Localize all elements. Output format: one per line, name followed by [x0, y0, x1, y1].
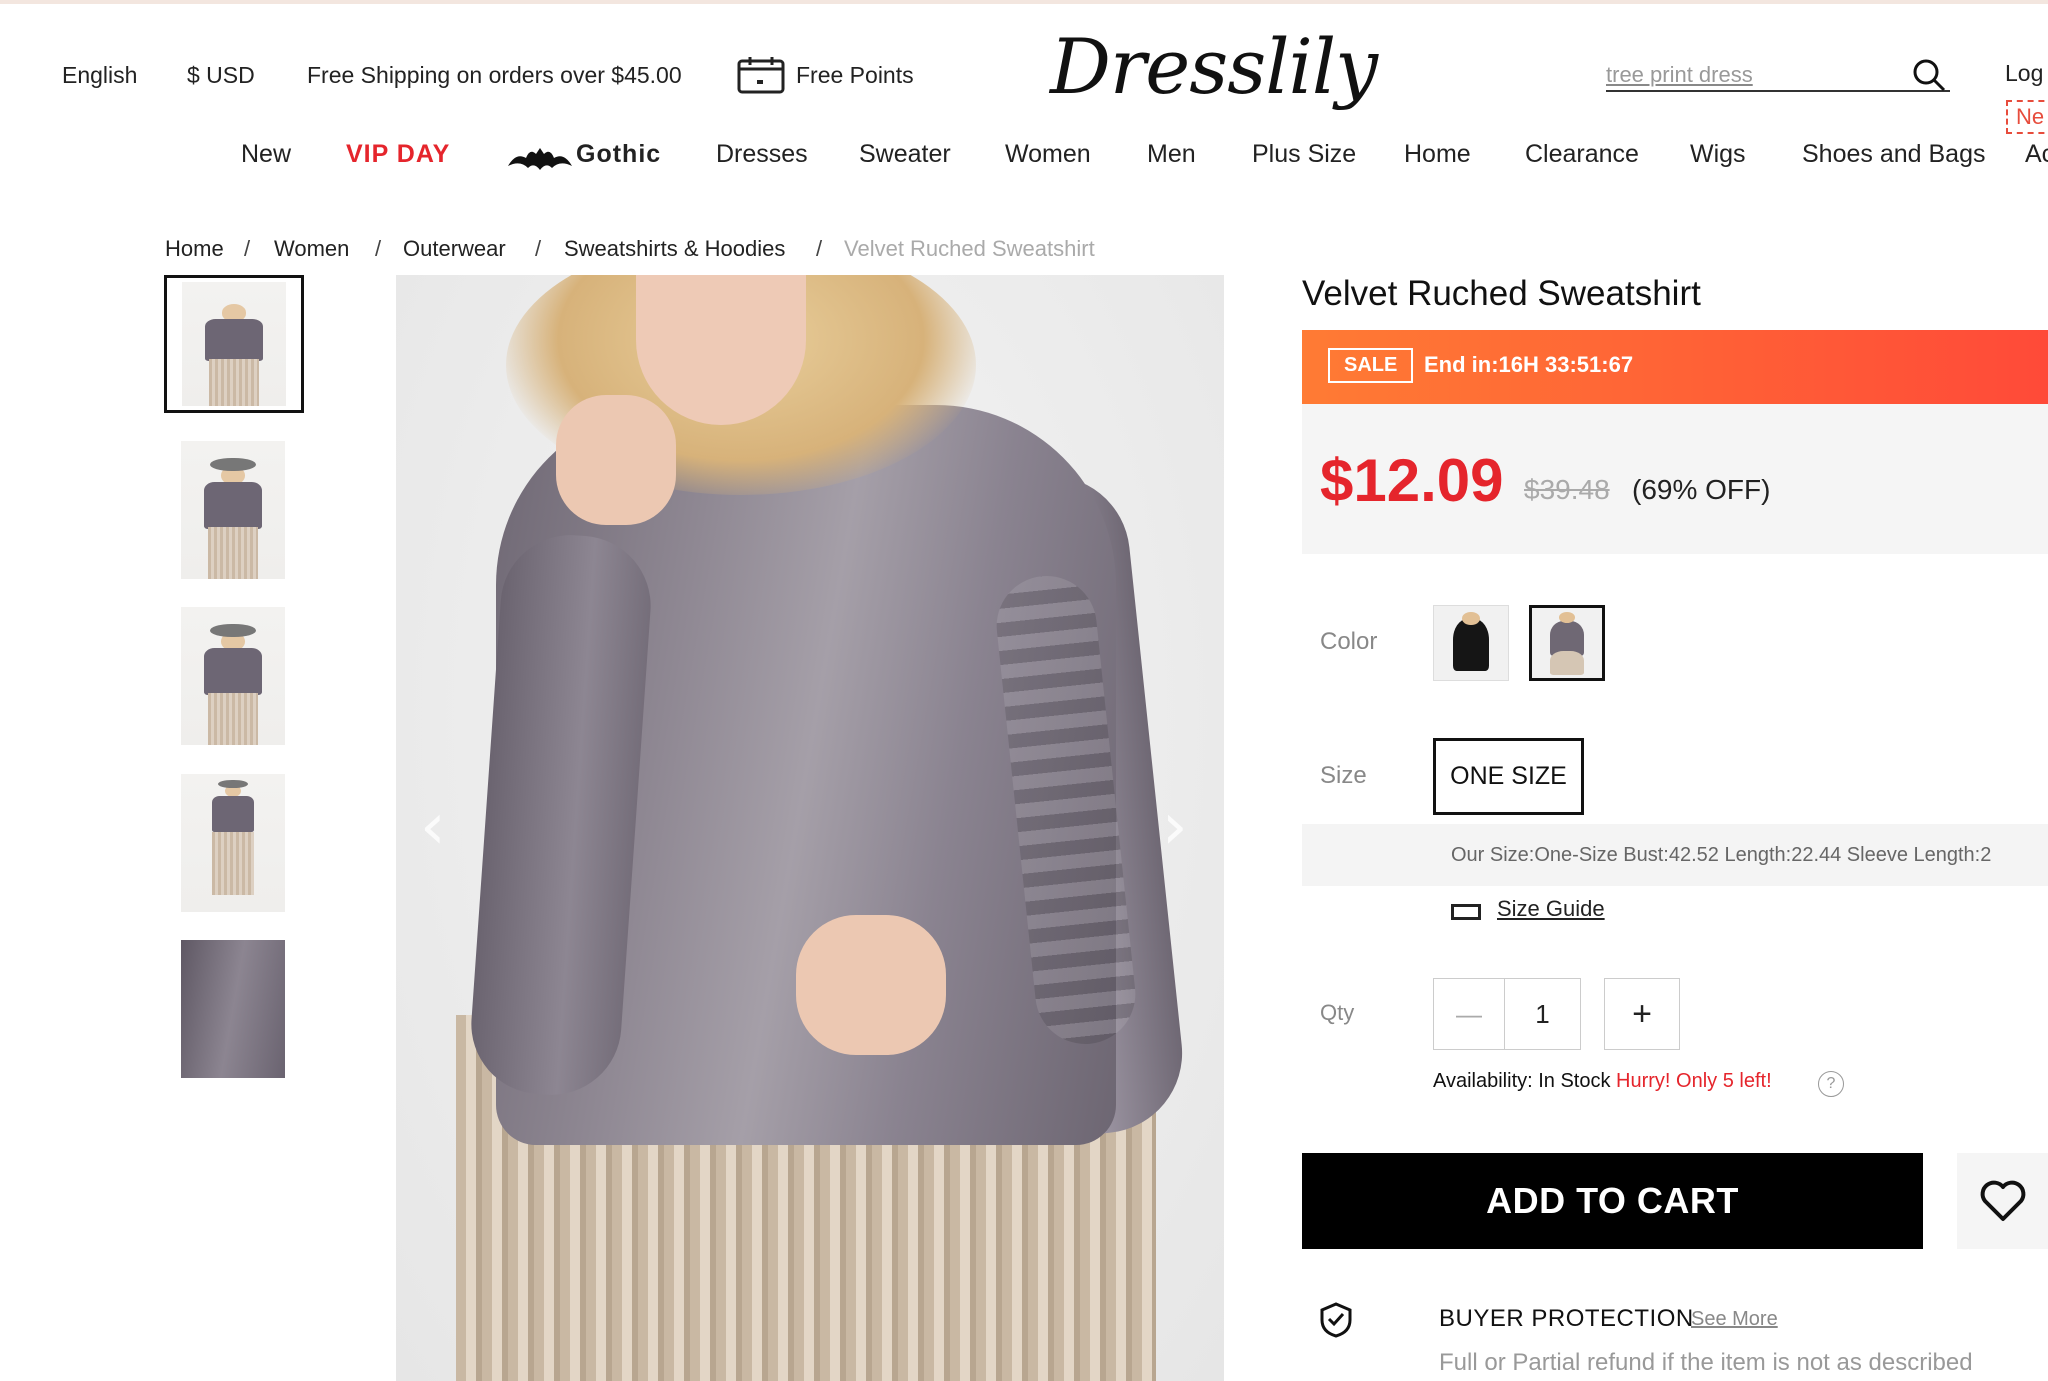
nav-item-dresses[interactable]: Dresses [716, 140, 808, 169]
thumbnail-image [182, 282, 286, 406]
color-swatch-gray[interactable] [1529, 605, 1605, 681]
login-link[interactable]: Log [2005, 60, 2043, 87]
qty-decrease-button[interactable]: — [1433, 978, 1505, 1050]
size-label: Size [1320, 762, 1367, 789]
qty-increase-button[interactable]: + [1604, 978, 1680, 1050]
thumbnail-1[interactable] [164, 275, 304, 413]
see-more-link[interactable]: See More [1691, 1308, 1778, 1331]
nav-item-vip-day[interactable]: VIP DAY [346, 140, 450, 169]
discount-percent: (69% OFF) [1632, 474, 1771, 505]
nav-item-home[interactable]: Home [1404, 140, 1471, 169]
thumbnail-image [181, 774, 285, 912]
size-option-one-size[interactable]: ONE SIZE [1433, 738, 1584, 815]
thumbnail-3[interactable] [181, 607, 285, 745]
breadcrumb-women[interactable]: Women [274, 236, 349, 262]
add-to-cart-button[interactable]: ADD TO CART [1302, 1153, 1923, 1249]
help-icon[interactable]: ? [1818, 1071, 1844, 1097]
original-price: $39.48 [1524, 474, 1610, 505]
wishlist-button[interactable] [1957, 1153, 2048, 1249]
site-logo[interactable]: Dresslily [1050, 22, 1378, 111]
buyer-protection-text: Full or Partial refund if the item is no… [1439, 1349, 1973, 1376]
nav-item-sweater[interactable]: Sweater [859, 140, 951, 169]
nav-item-men[interactable]: Men [1147, 140, 1196, 169]
breadcrumb-separator: / [244, 236, 251, 261]
top-accent-line [0, 0, 2048, 4]
nav-item-new[interactable]: New [241, 140, 291, 169]
chevron-left-icon[interactable]: ‹ [420, 795, 446, 859]
breadcrumb-sweatshirts-hoodies[interactable]: Sweatshirts & Hoodies [564, 236, 785, 262]
breadcrumb-separator: / [535, 236, 542, 261]
price-box: $12.09 $39.48 (69% OFF) [1302, 404, 2048, 554]
size-guide-link[interactable]: Size Guide [1497, 896, 1605, 922]
breadcrumb-current: Velvet Ruched Sweatshirt [844, 236, 1095, 261]
sale-banner: SALE End in:16H 33:51:67 [1302, 330, 2048, 404]
color-label: Color [1320, 628, 1378, 655]
thumbnail-image [181, 940, 285, 1078]
thumbnail-5[interactable] [181, 940, 285, 1078]
qty-input[interactable]: 1 [1504, 978, 1581, 1050]
breadcrumb-separator: / [816, 236, 823, 261]
sale-tag: SALE [1328, 348, 1414, 383]
thumbnail-image [181, 441, 285, 579]
thumbnail-2[interactable] [181, 441, 285, 579]
main-nav: New VIP DAY Gothic Dresses Sweater Women… [0, 140, 2048, 190]
language-selector[interactable]: English [62, 62, 137, 89]
qty-label: Qty [1320, 1000, 1355, 1025]
free-points-link[interactable]: Free Points [796, 62, 914, 89]
nav-item-wigs[interactable]: Wigs [1690, 140, 1746, 169]
nav-item-shoes-and-bags[interactable]: Shoes and Bags [1802, 140, 1985, 169]
nav-item-accessories[interactable]: Ac [2025, 140, 2048, 169]
new-badge: Ne [2006, 100, 2048, 134]
search-icon[interactable] [1912, 58, 1946, 92]
current-price: $12.09 [1320, 447, 1504, 514]
heart-icon [1980, 1180, 2025, 1221]
thumbnail-4[interactable] [181, 774, 285, 912]
nav-item-clearance[interactable]: Clearance [1525, 140, 1639, 169]
product-title: Velvet Ruched Sweatshirt [1302, 274, 1701, 313]
nav-item-gothic[interactable]: Gothic [576, 140, 661, 169]
breadcrumb-home[interactable]: Home [165, 236, 224, 262]
search-input[interactable] [1606, 60, 1906, 90]
buyer-protection-title: BUYER PROTECTION [1439, 1305, 1694, 1332]
color-swatch-black[interactable] [1433, 605, 1509, 681]
search-box [1606, 60, 1950, 92]
availability-text: Availability: In Stock [1433, 1070, 1617, 1092]
breadcrumb-outerwear[interactable]: Outerwear [403, 236, 506, 262]
nav-item-plus-size[interactable]: Plus Size [1252, 140, 1356, 169]
bat-icon [506, 144, 574, 174]
calendar-icon[interactable] [737, 56, 785, 94]
chevron-right-icon[interactable]: › [1162, 795, 1188, 859]
breadcrumb-separator: / [375, 236, 382, 261]
main-product-image[interactable]: ‹ › [396, 275, 1224, 1381]
stock-warning: Hurry! Only 5 left! [1616, 1070, 1772, 1092]
shield-check-icon [1320, 1302, 1352, 1338]
sale-countdown: End in:16H 33:51:67 [1424, 352, 1634, 377]
free-shipping-notice: Free Shipping on orders over $45.00 [307, 62, 682, 88]
size-measurements: Our Size:One-Size Bust:42.52 Length:22.4… [1302, 824, 2048, 886]
nav-item-women[interactable]: Women [1005, 140, 1091, 169]
currency-selector[interactable]: $ USD [187, 62, 255, 89]
availability-status: Availability: In Stock Hurry! Only 5 lef… [1433, 1070, 1772, 1093]
ruler-icon [1451, 904, 1481, 920]
thumbnail-image [181, 607, 285, 745]
